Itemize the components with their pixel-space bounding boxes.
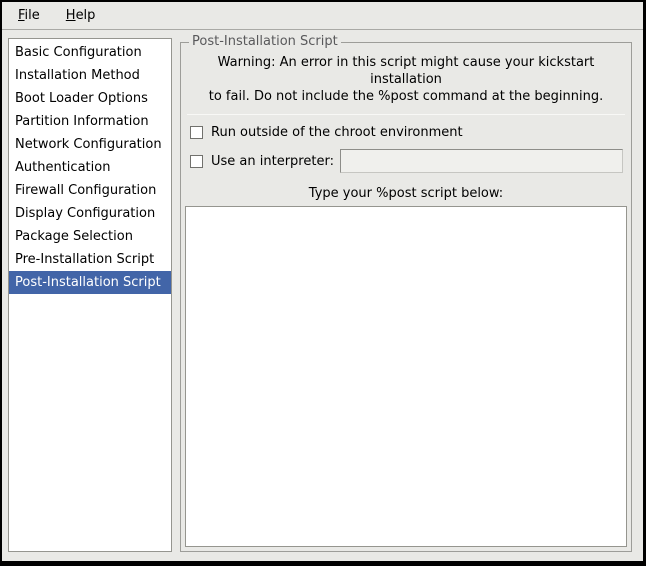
section-list: Basic Configuration Installation Method … bbox=[8, 38, 172, 552]
kickstart-configurator-window: File Help Basic Configuration Installati… bbox=[0, 0, 646, 566]
menu-file[interactable]: File bbox=[10, 4, 48, 27]
chroot-option-row: Run outside of the chroot environment bbox=[190, 120, 623, 144]
interpreter-checkbox-label[interactable]: Use an interpreter: bbox=[211, 154, 334, 169]
sidebar-item-boot-loader-options[interactable]: Boot Loader Options bbox=[9, 87, 171, 110]
script-instruction-label: Type your %post script below: bbox=[181, 186, 631, 201]
sidebar-item-display-configuration[interactable]: Display Configuration bbox=[9, 202, 171, 225]
sidebar-item-basic-configuration[interactable]: Basic Configuration bbox=[9, 41, 171, 64]
sidebar-item-partition-information[interactable]: Partition Information bbox=[9, 110, 171, 133]
sidebar-item-post-installation-script[interactable]: Post-Installation Script bbox=[9, 271, 171, 294]
sidebar-item-package-selection[interactable]: Package Selection bbox=[9, 225, 171, 248]
sidebar-item-installation-method[interactable]: Installation Method bbox=[9, 64, 171, 87]
frame-title: Post-Installation Script bbox=[189, 34, 341, 49]
sidebar-item-firewall-configuration[interactable]: Firewall Configuration bbox=[9, 179, 171, 202]
interpreter-entry[interactable] bbox=[340, 149, 623, 173]
post-script-textarea[interactable] bbox=[185, 206, 627, 547]
chroot-checkbox[interactable] bbox=[190, 126, 203, 139]
chroot-checkbox-label[interactable]: Run outside of the chroot environment bbox=[211, 125, 463, 140]
sidebar-item-pre-installation-script[interactable]: Pre-Installation Script bbox=[9, 248, 171, 271]
warning-line-1: Warning: An error in this script might c… bbox=[181, 54, 631, 88]
interpreter-checkbox[interactable] bbox=[190, 155, 203, 168]
interpreter-option-row: Use an interpreter: bbox=[190, 149, 623, 173]
menubar: File Help bbox=[2, 2, 643, 30]
sidebar-item-network-configuration[interactable]: Network Configuration bbox=[9, 133, 171, 156]
sidebar-item-authentication[interactable]: Authentication bbox=[9, 156, 171, 179]
warning-line-2: to fail. Do not include the %post comman… bbox=[181, 88, 631, 105]
warning-text: Warning: An error in this script might c… bbox=[181, 54, 631, 105]
menu-help[interactable]: Help bbox=[58, 4, 104, 27]
post-installation-script-frame: Post-Installation Script Warning: An err… bbox=[180, 42, 632, 552]
horizontal-separator bbox=[187, 114, 625, 115]
